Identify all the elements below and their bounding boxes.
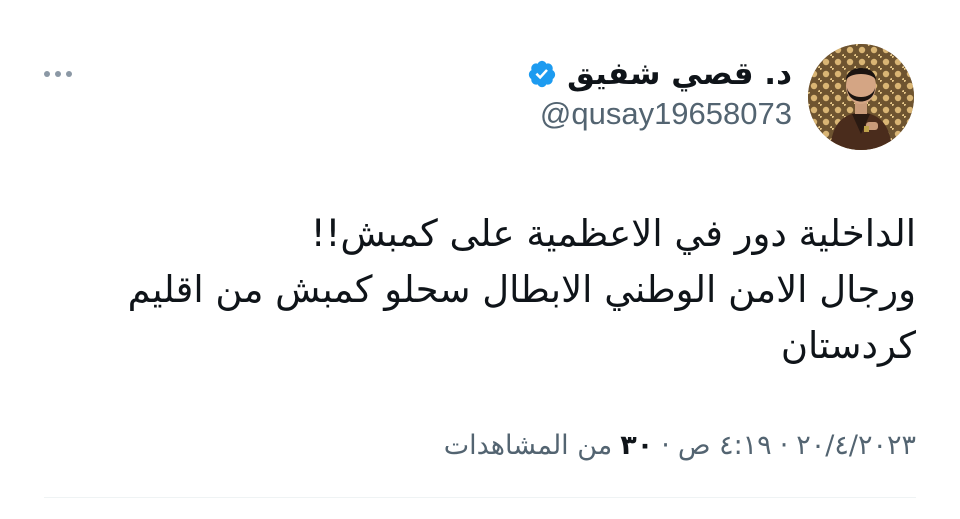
tweet-text-line: ورجال الامن الوطني الابطال سحلو كمبش من … <box>127 268 916 311</box>
avatar[interactable] <box>808 44 914 150</box>
tweet-meta: ٢٠/٤/٢٠٢٣ · ٤:١٩ ص · ٣٠ من المشاهدات <box>444 430 916 461</box>
tweet-card: د. قصي شفيق @qusay19658073 الداخلية دور … <box>0 0 960 519</box>
more-options-button[interactable] <box>38 64 78 84</box>
author-name-row: د. قصي شفيق <box>527 52 792 96</box>
tweet-text-line: كردستان <box>780 324 916 367</box>
tweet-date[interactable]: ٢٠/٤/٢٠٢٣ <box>796 430 916 461</box>
views-label: من المشاهدات <box>443 430 613 461</box>
tweet-text: الداخلية دور في الاعظمية على كمبش!! ورجا… <box>96 206 916 374</box>
more-horizontal-icon <box>55 71 61 77</box>
author-display-name[interactable]: د. قصي شفيق <box>567 56 792 92</box>
author-handle[interactable]: @qusay19658073 <box>540 96 792 132</box>
more-horizontal-icon <box>66 71 72 77</box>
verified-badge-icon <box>527 59 557 89</box>
meta-separator: · <box>661 430 670 461</box>
meta-separator: · <box>779 430 789 461</box>
divider <box>44 497 916 498</box>
more-horizontal-icon <box>44 71 50 77</box>
tweet-text-line: الداخلية دور في الاعظمية على كمبش!! <box>310 212 916 255</box>
views-count: ٣٠ <box>620 430 654 461</box>
tweet-time[interactable]: ٤:١٩ ص <box>678 430 772 461</box>
profile-photo-image <box>808 44 914 150</box>
